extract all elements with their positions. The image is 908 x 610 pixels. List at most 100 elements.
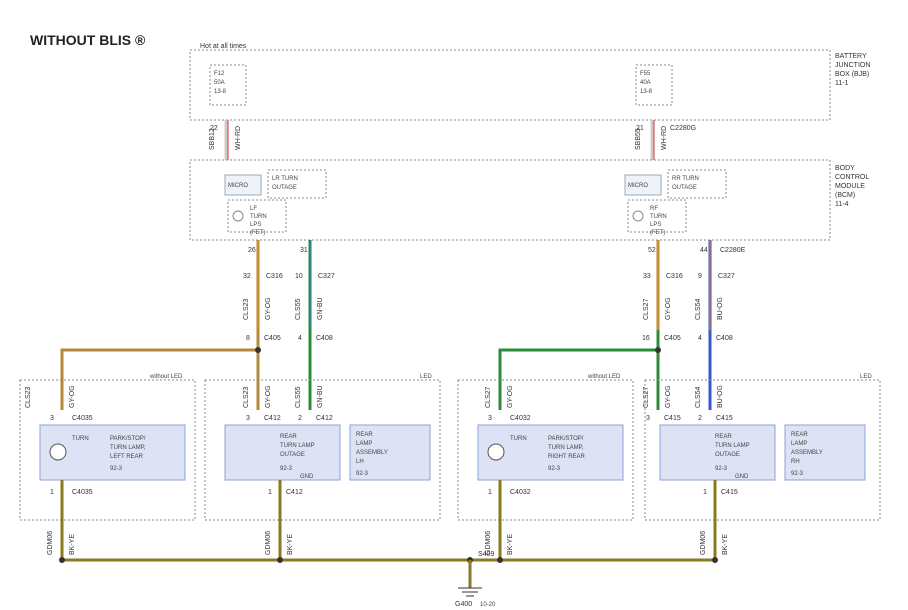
rf-fet-4: (FET) xyxy=(650,230,665,236)
m4-cc2: C415 xyxy=(716,415,733,422)
cls54-r: CLS54 xyxy=(695,298,702,320)
bjb-name-3: BOX (BJB) xyxy=(835,71,869,78)
mod1-turn-icon xyxy=(50,444,66,460)
lf-fet-2: TURN xyxy=(250,214,267,220)
bcm-name-4: (BCM) xyxy=(835,192,855,199)
m4b2-1: REAR xyxy=(791,432,808,438)
m3-incls: CLS27 xyxy=(485,386,492,408)
split-l1a xyxy=(62,330,258,410)
rf-fet-3: LPS xyxy=(650,222,661,228)
m2-c1: CLS23 xyxy=(243,386,250,408)
m2-p2: 2 xyxy=(298,415,302,422)
pin-22: 22 xyxy=(210,125,218,132)
bcm-name-3: MODULE xyxy=(835,183,865,190)
whrd-l-lbl: WH-RD xyxy=(235,126,242,150)
m4-botpin: 1 xyxy=(703,489,707,496)
m4-gndlbl: GND xyxy=(735,474,749,480)
m3-bref: 92-3 xyxy=(548,466,561,472)
buog-r: BU-OG xyxy=(717,297,724,320)
m4b1-3: OUTAGE xyxy=(715,452,740,458)
bcm-name-1: BODY xyxy=(835,165,855,172)
f55-amp: 40A xyxy=(640,80,651,86)
s409: S409 xyxy=(478,551,494,558)
pin-31: 31 xyxy=(300,247,308,254)
m1-b1: PARK/STOP/ xyxy=(110,436,146,442)
lr-out-2: OUTAGE xyxy=(272,185,297,191)
m2b2-2: LAMP xyxy=(356,441,372,447)
bjb-name-1: BATTERY xyxy=(835,53,867,60)
m3-botpin: 1 xyxy=(488,489,492,496)
mod2-hdr: LED xyxy=(420,374,432,380)
c316-l: C316 xyxy=(266,273,283,280)
m2-gndlbl: GND xyxy=(300,474,314,480)
mod3-turn-icon xyxy=(488,444,504,460)
g400: G400 xyxy=(455,601,472,608)
m1-botpin: 1 xyxy=(50,489,54,496)
wiring-diagram: WITHOUT BLIS ® Hot at all times BATTERY … xyxy=(0,0,908,610)
pin-4r: 4 xyxy=(698,335,702,342)
c327-r: C327 xyxy=(718,273,735,280)
m2b2-4: LH xyxy=(356,459,364,465)
bcm-rf-out xyxy=(668,170,726,198)
bjb-name-2: JUNCTION xyxy=(835,62,870,69)
pin-16: 16 xyxy=(642,335,650,342)
rr-out-2: OUTAGE xyxy=(672,185,697,191)
pin-21: 21 xyxy=(636,125,644,132)
m1-turn: TURN xyxy=(72,436,89,442)
c316-r: C316 xyxy=(666,273,683,280)
m1-b3: LEFT REAR xyxy=(110,454,144,460)
rr-out-1: RR TURN xyxy=(672,176,699,182)
c408-r: C408 xyxy=(716,335,733,342)
m3-toppin: 3 xyxy=(488,415,492,422)
c327-l: C327 xyxy=(318,273,335,280)
pin-8: 8 xyxy=(246,335,250,342)
mod3-hdr: without LED xyxy=(587,374,621,380)
m2b2-1: REAR xyxy=(356,432,373,438)
lf-fet-1: LF xyxy=(250,206,257,212)
m4b1-2: TURN LAMP xyxy=(715,443,750,449)
m3-botconn: C4032 xyxy=(510,489,531,496)
c2280g: C2280G xyxy=(670,125,696,132)
f55-ref: 13-8 xyxy=(640,89,653,95)
c405-r: C405 xyxy=(664,335,681,342)
m2-c2: CLS55 xyxy=(295,386,302,408)
m4-botconn: C415 xyxy=(721,489,738,496)
m3-inwc: GY-OG xyxy=(507,385,514,408)
m1-bref: 92-3 xyxy=(110,466,123,472)
split-r1a xyxy=(500,330,658,410)
m4-w2: BU-OG xyxy=(717,385,724,408)
pin-9: 9 xyxy=(698,273,702,280)
m2-w1: GY-OG xyxy=(265,385,272,408)
m4b2-4: RH xyxy=(791,459,800,465)
rf-fet-1: RF xyxy=(650,206,658,212)
rf-fet-2: TURN xyxy=(650,214,667,220)
micro-r: MICRO xyxy=(628,183,648,189)
bcm-lf-out xyxy=(268,170,326,198)
bjb-bcm-wire-left: SBB12 WH-RD 22 xyxy=(209,120,242,160)
m4-c2: CLS54 xyxy=(695,386,702,408)
m4-glbl: GDM06 xyxy=(700,531,707,555)
pin-32: 32 xyxy=(243,273,251,280)
m4b1-r: 92-3 xyxy=(715,466,728,472)
m4b2-r: 92-3 xyxy=(791,471,804,477)
cls27-r: CLS27 xyxy=(643,298,650,320)
fet-l-sym xyxy=(233,211,243,221)
c2280e: C2280E xyxy=(720,247,746,254)
m4-p1: 3 xyxy=(646,415,650,422)
m4-cc1: C415 xyxy=(664,415,681,422)
f12-ref: 13-8 xyxy=(214,89,227,95)
bjb-box xyxy=(190,50,830,120)
m2-glbl: GDM06 xyxy=(265,531,272,555)
m2-w2: GN-BU xyxy=(317,385,324,408)
bcm-name-2: CONTROL xyxy=(835,174,869,181)
gyog-r: GY-OG xyxy=(665,297,672,320)
pin-4l: 4 xyxy=(298,335,302,342)
whrd-r-lbl: WH-RD xyxy=(661,126,668,150)
pin-52: 52 xyxy=(648,247,656,254)
hot-label: Hot at all times xyxy=(200,43,247,50)
pin-33: 33 xyxy=(643,273,651,280)
m3-b2: TURN LAMP, xyxy=(548,445,584,451)
ground-icon xyxy=(458,588,482,596)
m2-botpin: 1 xyxy=(268,489,272,496)
m3-turn: TURN xyxy=(510,436,527,442)
